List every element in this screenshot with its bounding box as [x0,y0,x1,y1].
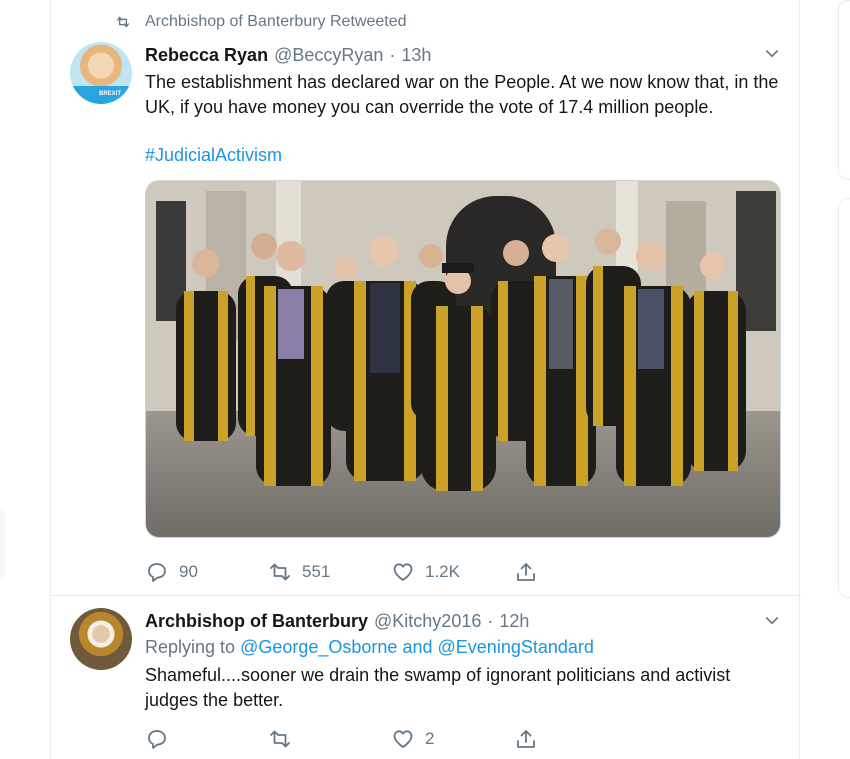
like-button[interactable]: 2 [391,727,514,751]
separator: · [487,611,494,631]
timestamp[interactable]: 13h [401,45,431,66]
tweet-actions: 90 551 1.2K [145,560,637,584]
sidebar-card [838,198,850,598]
left-panel-edge [0,510,6,580]
chevron-down-icon[interactable] [763,45,781,63]
retweet-button[interactable]: 551 [268,560,391,584]
retweet-icon [270,563,290,581]
replying-and[interactable]: and [402,637,432,657]
reply-button[interactable]: 90 [145,560,268,584]
judges-photo [146,181,780,537]
retweet-button[interactable] [268,727,391,751]
share-icon [517,730,535,748]
timestamp[interactable]: 12h [499,611,529,632]
avatar[interactable]: BREXIT [70,42,132,104]
author-name[interactable]: Archbishop of Banterbury [145,611,368,632]
retweet-icon [117,16,129,28]
tweet-header: Archbishop of Banterbury @Kitchy2016 · 1… [145,611,529,632]
retweet-icon [270,730,290,748]
tweet-text: The establishment has declared war on th… [145,72,779,117]
author-handle[interactable]: @Kitchy2016 [374,611,481,632]
chevron-down-icon[interactable] [763,612,781,630]
reply-icon [148,730,166,749]
reply-icon [148,563,166,582]
retweet-context-text: Archbishop of Banterbury Retweeted [145,13,407,30]
like-button[interactable]: 1.2K [391,560,514,584]
reply-count: 90 [179,562,198,581]
author-name[interactable]: Rebecca Ryan [145,45,268,66]
share-button[interactable] [514,560,637,584]
avatar-badge: BREXIT [98,91,121,97]
sidebar-card [838,0,850,180]
share-button[interactable] [514,727,637,751]
timeline: Archbishop of Banterbury Retweeted BREXI… [50,0,801,759]
like-icon [393,730,413,748]
tweet[interactable]: Archbishop of Banterbury @Kitchy2016 · 1… [51,596,801,759]
tweet-header: Rebecca Ryan @BeccyRyan · 13h [145,45,431,66]
like-icon [393,563,413,581]
mention-link[interactable]: @George_Osborne [240,637,397,657]
mention-link[interactable]: @EveningStandard [438,637,594,657]
like-count: 2 [425,729,435,748]
author-handle[interactable]: @BeccyRyan [274,45,383,66]
avatar[interactable] [70,608,132,670]
reply-button[interactable] [145,727,268,751]
like-count: 1.2K [425,562,460,581]
retweet-count: 551 [302,562,331,581]
replying-prefix: Replying to [145,637,236,657]
tweet[interactable]: Archbishop of Banterbury Retweeted BREXI… [51,0,801,596]
tweet-text: Shameful....sooner we drain the swamp of… [145,665,731,710]
separator: · [389,45,396,65]
tweet-actions: 2 [145,727,637,751]
share-icon [517,563,535,581]
tweet-photo[interactable] [145,180,781,538]
retweet-context: Archbishop of Banterbury Retweeted [115,13,406,31]
replying-to: Replying to @George_Osborne and @Evening… [145,637,594,658]
hashtag-link[interactable]: #JudicialActivism [145,145,282,166]
